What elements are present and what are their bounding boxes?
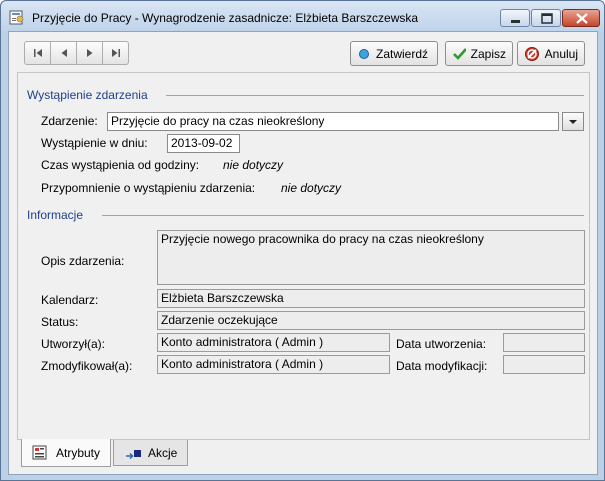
occurrence-section-title: Wystąpienie zdarzenia xyxy=(27,88,148,102)
attributes-panel: Wystąpienie zdarzenia Zdarzenie: Przyjęc… xyxy=(17,72,590,440)
title-bar[interactable]: Przyjęcie do Pracy - Wynagrodzenie zasad… xyxy=(1,1,604,31)
tab-strip: Atrybuty Akcje xyxy=(21,439,189,467)
created-by-label: Utworzył(a): xyxy=(41,337,106,351)
minimize-button[interactable] xyxy=(500,9,530,27)
tab-actions-label: Akcje xyxy=(148,445,178,460)
occurrence-divider xyxy=(166,95,584,96)
close-icon xyxy=(576,13,588,24)
event-dropdown[interactable]: Przyjęcie do pracy na czas nieokreślony xyxy=(107,112,559,131)
first-record-button[interactable] xyxy=(24,41,51,65)
previous-record-button[interactable] xyxy=(50,41,77,65)
first-icon xyxy=(33,49,42,57)
client-area: Zatwierdź Zapisz Anuluj Wystąpienie zdar… xyxy=(8,31,598,475)
save-label: Zapisz xyxy=(470,46,506,61)
status-field[interactable]: Zdarzenie oczekujące xyxy=(157,311,585,330)
modified-by-field[interactable]: Konto administratora ( Admin ) xyxy=(157,355,390,374)
maximize-button[interactable] xyxy=(531,9,561,27)
window-title: Przyjęcie do Pracy - Wynagrodzenie zasad… xyxy=(32,11,419,25)
last-icon xyxy=(111,49,120,57)
event-label: Zdarzenie: xyxy=(41,114,98,128)
modified-date-label: Data modyfikacji: xyxy=(396,359,488,373)
date-field[interactable]: 2013-09-02 xyxy=(167,134,240,153)
time-label: Czas wystąpienia od godziny: xyxy=(41,158,200,172)
maximize-icon xyxy=(541,13,553,24)
close-button[interactable] xyxy=(562,9,600,27)
time-value: nie dotyczy xyxy=(223,158,284,172)
actions-icon xyxy=(126,449,142,459)
event-dropdown-button[interactable] xyxy=(562,112,584,131)
description-field[interactable]: Przyjęcie nowego pracownika do pracy na … xyxy=(157,230,585,285)
app-icon xyxy=(9,10,24,25)
reminder-value: nie dotyczy xyxy=(281,181,342,195)
created-by-field[interactable]: Konto administratora ( Admin ) xyxy=(157,333,390,352)
confirm-label: Zatwierdź xyxy=(376,46,429,61)
window: Przyjęcie do Pracy - Wynagrodzenie zasad… xyxy=(0,0,605,481)
save-button[interactable]: Zapisz xyxy=(445,41,513,66)
tab-attributes-label: Atrybuty xyxy=(56,445,101,460)
previous-icon xyxy=(61,49,67,57)
info-divider xyxy=(102,215,584,216)
check-icon xyxy=(453,47,466,60)
tab-actions[interactable]: Akcje xyxy=(113,440,189,466)
dot-icon xyxy=(359,48,369,59)
next-icon xyxy=(86,49,92,57)
modified-by-label: Zmodyfikował(a): xyxy=(41,359,133,373)
next-record-button[interactable] xyxy=(76,41,103,65)
status-label: Status: xyxy=(41,315,79,329)
info-section-title: Informacje xyxy=(27,208,84,222)
chevron-down-icon xyxy=(569,119,577,124)
date-label: Wystąpienie w dniu: xyxy=(41,136,148,150)
description-label: Opis zdarzenia: xyxy=(41,254,125,268)
last-record-button[interactable] xyxy=(102,41,129,65)
modified-date-field[interactable] xyxy=(503,355,585,374)
calendar-label: Kalendarz: xyxy=(41,293,99,307)
calendar-field[interactable]: Elżbieta Barszczewska xyxy=(157,289,585,308)
created-date-label: Data utworzenia: xyxy=(396,337,487,351)
cancel-button[interactable]: Anuluj xyxy=(517,41,585,66)
cancel-icon xyxy=(525,46,539,61)
reminder-label: Przypomnienie o wystąpieniu zdarzenia: xyxy=(41,181,256,195)
minimize-icon xyxy=(511,20,520,23)
confirm-button[interactable]: Zatwierdź xyxy=(350,41,438,66)
created-date-field[interactable] xyxy=(503,333,585,352)
record-navigator xyxy=(24,41,129,65)
tab-attributes[interactable]: Atrybuty xyxy=(21,439,112,467)
cancel-label: Anuluj xyxy=(544,46,578,61)
attributes-icon xyxy=(32,445,47,459)
